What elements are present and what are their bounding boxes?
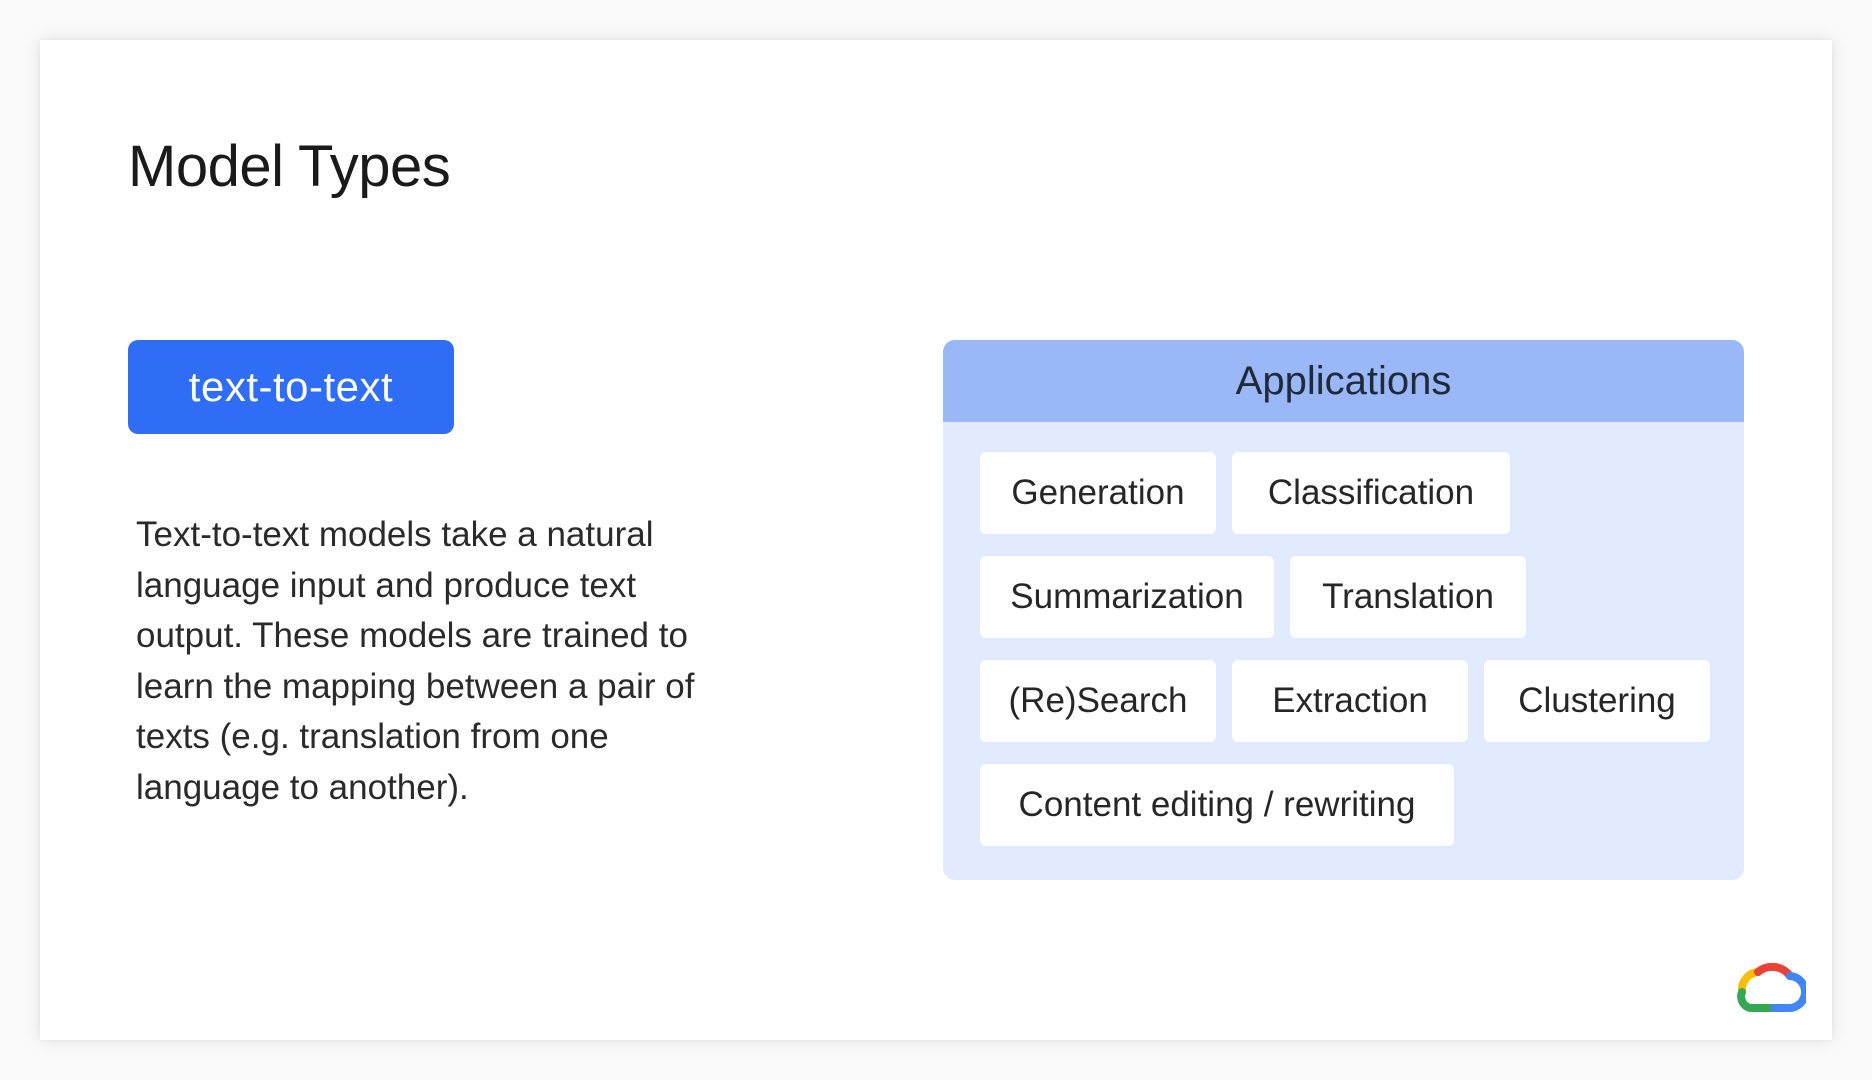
applications-row-3: (Re)Search Extraction Clustering: [980, 660, 1710, 742]
application-chip-classification: Classification: [1232, 452, 1510, 534]
application-chip-extraction: Extraction: [1232, 660, 1468, 742]
applications-row-4: Content editing / rewriting: [980, 764, 1454, 846]
applications-row-1: Generation Classification: [980, 452, 1510, 534]
application-chip-content-editing: Content editing / rewriting: [980, 764, 1454, 846]
google-cloud-icon: [1737, 962, 1806, 1013]
model-type-badge: text-to-text: [128, 340, 454, 434]
applications-panel: Applications Generation Classification S…: [943, 340, 1744, 880]
application-chip-clustering: Clustering: [1484, 660, 1710, 742]
application-chip-summarization: Summarization: [980, 556, 1274, 638]
model-description: Text-to-text models take a natural langu…: [136, 515, 695, 807]
application-chip-research: (Re)Search: [980, 660, 1216, 742]
application-chip-translation: Translation: [1290, 556, 1526, 638]
slide: Model Types text-to-text Text-to-text mo…: [40, 40, 1832, 1040]
slide-title: Model Types: [128, 134, 451, 199]
applications-header: Applications: [943, 340, 1744, 422]
application-chip-generation: Generation: [980, 452, 1216, 534]
applications-row-2: Summarization Translation: [980, 556, 1526, 638]
